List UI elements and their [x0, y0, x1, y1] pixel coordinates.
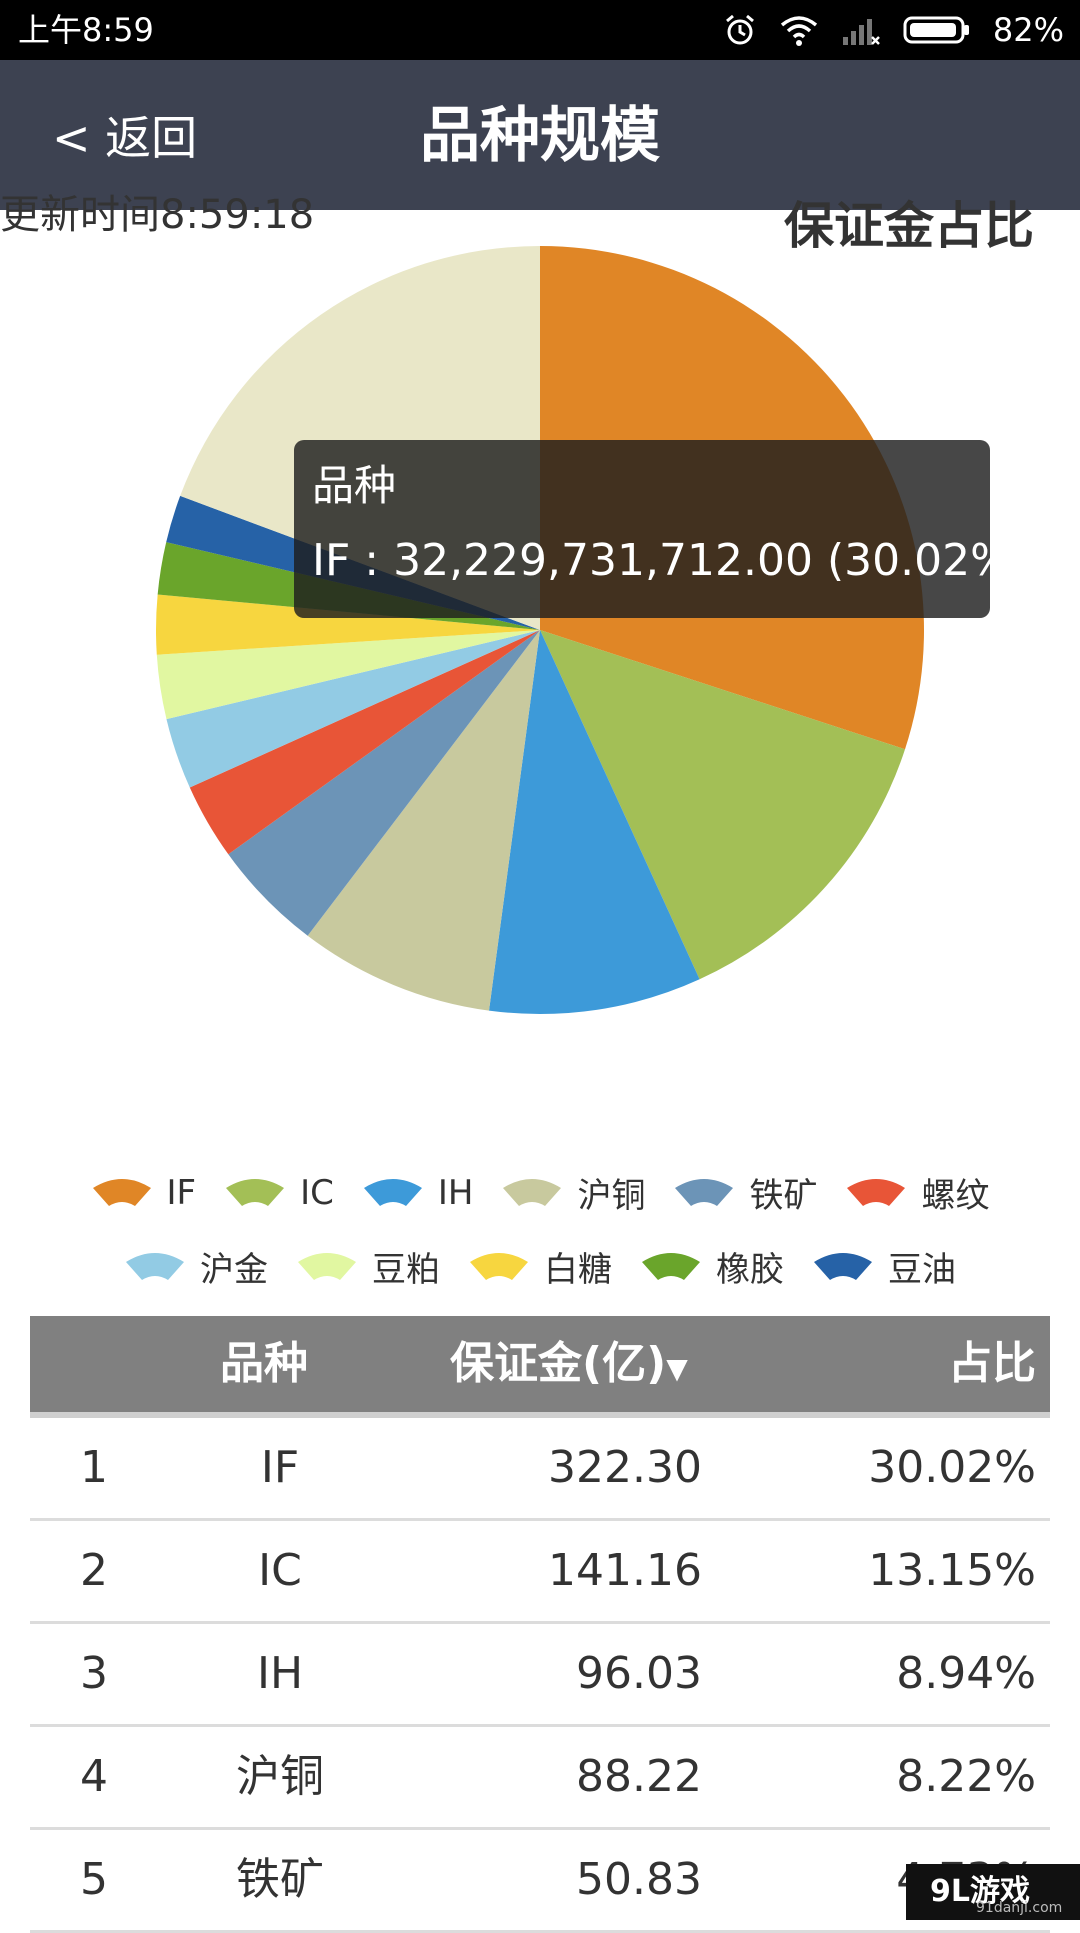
- row-index: 5: [80, 1854, 108, 1905]
- tooltip-value: IF : 32,229,731,712.00 (30.02%): [312, 535, 1030, 586]
- table-row[interactable]: 2 IC 141.16 13.15%: [30, 1521, 1050, 1624]
- legend-label: 豆油: [888, 1250, 956, 1290]
- row-index: 4: [80, 1751, 108, 1802]
- legend-swatch-icon: [675, 1178, 734, 1206]
- row-name: IF: [260, 1442, 300, 1493]
- table-row[interactable]: 3 IH 96.03 8.94%: [30, 1624, 1050, 1727]
- wifi-icon: [780, 16, 817, 46]
- legend-item-ih[interactable]: IH: [362, 1172, 474, 1213]
- header-margin-sort[interactable]: 保证金(亿)▼: [450, 1336, 688, 1397]
- row-index: 3: [80, 1648, 108, 1699]
- legend-item-if[interactable]: IF: [91, 1172, 197, 1213]
- battery-percent: 82%: [992, 11, 1064, 49]
- row-margin: 88.22: [576, 1751, 702, 1802]
- table-header: 品种 保证金(亿)▼ 占比: [30, 1316, 1050, 1418]
- legend-label: 沪金: [200, 1250, 268, 1290]
- app-header: < 返回 品种规模: [0, 60, 1080, 210]
- status-bar: 上午8:59 82%: [0, 0, 1080, 60]
- header-name: 品种: [220, 1338, 308, 1389]
- sort-down-icon: ▼: [666, 1352, 688, 1385]
- legend-item-douyou[interactable]: 豆油: [812, 1242, 956, 1291]
- legend-swatch-icon: [470, 1252, 528, 1280]
- legend-label: 橡胶: [716, 1250, 784, 1290]
- legend-swatch-icon: [226, 1178, 285, 1206]
- legend-label: 沪铜: [577, 1176, 646, 1216]
- row-ratio: 13.15%: [868, 1545, 1036, 1596]
- row-margin: 322.30: [548, 1442, 702, 1493]
- table-row[interactable]: 5 铁矿 50.83 4.73%: [30, 1830, 1050, 1933]
- legend-item-tiekuang[interactable]: 铁矿: [673, 1168, 817, 1217]
- row-ratio: 8.22%: [896, 1751, 1036, 1802]
- row-margin: 141.16: [548, 1545, 702, 1596]
- page-title: 品种规模: [420, 101, 660, 171]
- margin-table: 品种 保证金(亿)▼ 占比 1 IF 322.30 30.02% 2 IC 14…: [30, 1316, 1050, 1933]
- status-time: 上午8:59: [18, 11, 154, 49]
- legend-label: IF: [166, 1172, 197, 1213]
- legend-swatch-icon: [814, 1252, 872, 1280]
- legend-item-hutong[interactable]: 沪铜: [501, 1168, 645, 1217]
- header-ratio: 占比: [948, 1338, 1036, 1389]
- legend-swatch-icon: [126, 1252, 184, 1280]
- legend-swatch-icon: [298, 1252, 356, 1280]
- legend-item-xiangjiao[interactable]: 橡胶: [640, 1242, 784, 1291]
- legend-swatch-icon: [363, 1178, 422, 1206]
- legend-label: IH: [437, 1172, 474, 1213]
- chart-tooltip: 品种 IF : 32,229,731,712.00 (30.02%): [294, 440, 1029, 618]
- header-margin-label: 保证金(亿): [450, 1338, 667, 1389]
- legend-item-luowen[interactable]: 螺纹: [845, 1168, 989, 1217]
- row-name: 沪铜: [236, 1751, 324, 1802]
- row-index: 2: [80, 1545, 108, 1596]
- legend-item-doupo[interactable]: 豆粕: [296, 1242, 440, 1291]
- legend-label: 铁矿: [749, 1176, 818, 1216]
- row-margin: 50.83: [576, 1854, 702, 1905]
- tooltip-title: 品种: [312, 461, 397, 510]
- table-row[interactable]: 4 沪铜 88.22 8.22%: [30, 1727, 1050, 1830]
- legend-label: 豆粕: [372, 1250, 440, 1290]
- status-icons: 82%: [723, 10, 1064, 50]
- legend-label: 白糖: [544, 1250, 612, 1290]
- legend-item-ic[interactable]: IC: [224, 1173, 334, 1213]
- row-name: IH: [256, 1648, 304, 1699]
- pie-chart[interactable]: [0, 210, 1080, 1090]
- legend-label: IC: [300, 1172, 334, 1213]
- row-margin: 96.03: [576, 1648, 702, 1699]
- legend-swatch-icon: [503, 1178, 562, 1206]
- row-name: IC: [258, 1545, 302, 1596]
- row-index: 1: [80, 1442, 108, 1493]
- legend-row-1: IF IC IH 沪铜 铁矿 螺纹: [0, 1168, 1080, 1217]
- table-row[interactable]: 1 IF 322.30 30.02%: [30, 1418, 1050, 1521]
- battery-icon: [903, 16, 969, 44]
- row-ratio: 8.94%: [896, 1648, 1036, 1699]
- legend-item-baitang[interactable]: 白糖: [468, 1242, 612, 1291]
- watermark-url: 91danji.com: [976, 1900, 1063, 1916]
- legend-item-hujin[interactable]: 沪金: [124, 1242, 268, 1291]
- legend-row-2: 沪金 豆粕 白糖 橡胶 豆油: [0, 1242, 1080, 1291]
- legend-swatch-icon: [92, 1178, 151, 1206]
- row-ratio: 30.02%: [868, 1442, 1036, 1493]
- legend-swatch-icon: [847, 1178, 906, 1206]
- row-name: 铁矿: [236, 1854, 324, 1905]
- alarm-icon: [725, 14, 754, 45]
- watermark-logo: 9L游戏 91danji.com: [906, 1864, 1080, 1920]
- signal-icon: [842, 19, 880, 45]
- legend-swatch-icon: [642, 1252, 700, 1280]
- legend-label: 螺纹: [921, 1176, 990, 1216]
